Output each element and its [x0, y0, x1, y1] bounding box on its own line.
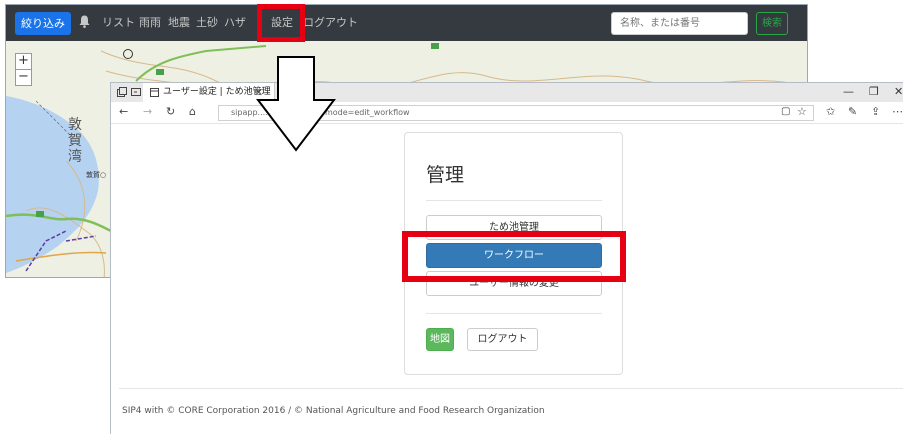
page-icon: [150, 88, 159, 97]
nav-logout[interactable]: ログアウト: [303, 15, 358, 31]
nav-list[interactable]: リスト: [102, 15, 135, 31]
map-label-bay-1: 敦: [68, 117, 82, 133]
reading-view-icon[interactable]: ▢: [781, 105, 790, 119]
bell-icon[interactable]: [79, 15, 90, 28]
footer-divider: [119, 388, 903, 389]
divider: [426, 200, 602, 201]
nav-landslide[interactable]: 土砂: [196, 15, 218, 31]
screenshot-root: 絞り込み リスト 雨雨 地震 土砂 ハザ 設定 ログアウト 検索: [0, 0, 903, 434]
map-label-station: 敦賀○: [86, 170, 106, 179]
nav-rain[interactable]: 雨雨: [139, 15, 161, 31]
address-bar: ← → ↻ ⌂ sipapp...................ion/?mo…: [111, 102, 903, 124]
logout-button[interactable]: ログアウト: [467, 328, 538, 351]
search-button[interactable]: 検索: [756, 12, 788, 35]
refresh-icon[interactable]: ↻: [166, 105, 175, 119]
highlight-settings: [257, 4, 305, 42]
tab-bar: ユーザー設定 | ため池管理 ✕ — ❐ ✕: [111, 83, 903, 102]
map-navbar: 絞り込み リスト 雨雨 地震 土砂 ハザ 設定 ログアウト 検索: [6, 5, 807, 41]
filter-button[interactable]: 絞り込み: [15, 12, 71, 35]
zoom-in-button[interactable]: +: [15, 53, 32, 70]
nav-earthquake[interactable]: 地震: [168, 15, 190, 31]
forward-icon[interactable]: →: [143, 105, 152, 119]
back-icon[interactable]: ←: [119, 105, 128, 119]
down-arrow-icon: [256, 56, 336, 152]
close-window-icon[interactable]: ✕: [894, 85, 903, 99]
restore-icon[interactable]: ❐: [869, 85, 879, 99]
map-label-bay-3: 湾: [68, 148, 82, 165]
map-label-bay-2: 賀: [68, 133, 82, 149]
set-aside-tabs-icon[interactable]: [131, 87, 141, 97]
favorite-star-icon[interactable]: ☆: [797, 105, 807, 119]
search-input[interactable]: [611, 12, 748, 35]
favorites-icon[interactable]: ✩: [826, 105, 835, 119]
admin-title: 管理: [426, 164, 465, 186]
highlight-workflow: [402, 231, 626, 282]
divider: [426, 313, 602, 314]
zoom-out-button[interactable]: −: [15, 69, 32, 86]
tab-actions-icon[interactable]: [117, 87, 127, 97]
map-button[interactable]: 地図: [426, 328, 454, 351]
minimize-icon[interactable]: —: [843, 85, 854, 99]
share-icon[interactable]: ⇪: [871, 105, 880, 119]
nav-hazard[interactable]: ハザ: [224, 15, 246, 31]
more-icon[interactable]: ⋯: [892, 105, 903, 119]
notes-icon[interactable]: ✎: [848, 105, 857, 119]
home-icon[interactable]: ⌂: [189, 105, 196, 119]
footer-text: SIP4 with © CORE Corporation 2016 / © Na…: [122, 406, 545, 416]
